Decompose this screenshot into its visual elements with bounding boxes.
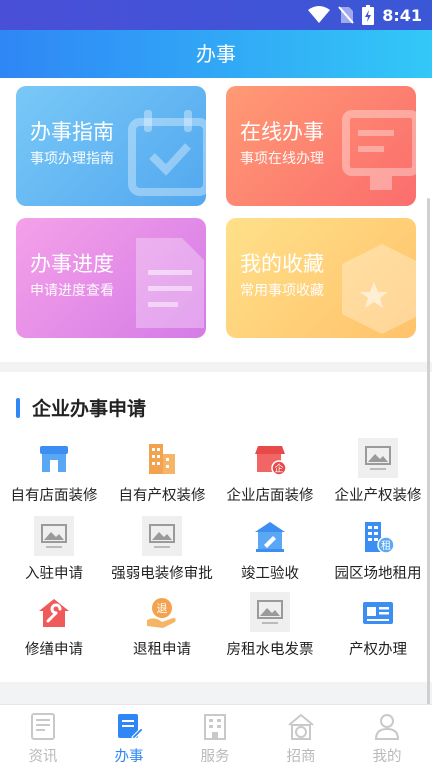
grid-item-label: 退租申请 bbox=[133, 642, 191, 658]
app-bar: 办事 bbox=[0, 30, 432, 78]
grid-item-property-rights[interactable]: 产权办理 bbox=[324, 596, 432, 668]
svg-text:退: 退 bbox=[157, 602, 168, 615]
tab-mine[interactable]: 我的 bbox=[344, 705, 430, 768]
image-placeholder-icon bbox=[358, 438, 398, 478]
rent-building-icon: 租 bbox=[365, 522, 395, 554]
tab-news[interactable]: 资讯 bbox=[0, 705, 86, 768]
grid-item-label: 自有店面装修 bbox=[10, 488, 98, 504]
handle-affairs-icon bbox=[118, 714, 144, 740]
image-placeholder-icon bbox=[34, 516, 74, 556]
card-title: 我的收藏 bbox=[240, 252, 324, 276]
card-subtitle: 事项在线办理 bbox=[240, 151, 324, 167]
grid-item-enterprise-store-renovation[interactable]: 企 企业店面装修 bbox=[216, 442, 324, 514]
calendar-check-icon bbox=[128, 110, 206, 196]
star-box-icon bbox=[342, 244, 416, 334]
card-subtitle: 常用事项收藏 bbox=[240, 283, 324, 299]
grid-item-label: 企业产权装修 bbox=[334, 488, 422, 504]
section-title: 企业办事申请 bbox=[32, 398, 147, 420]
svg-text:企: 企 bbox=[274, 463, 283, 475]
grid-item-enterprise-property-renovation[interactable]: 企业产权装修 bbox=[324, 438, 432, 514]
service-building-icon bbox=[204, 714, 226, 740]
tab-service[interactable]: 服务 bbox=[172, 705, 258, 768]
card-title: 办事进度 bbox=[30, 252, 114, 276]
section-accent-bar bbox=[16, 398, 20, 418]
no-sim-icon bbox=[338, 6, 354, 24]
tab-investment[interactable]: 招商 bbox=[258, 705, 344, 768]
image-placeholder-icon bbox=[250, 592, 290, 632]
card-subtitle: 事项办理指南 bbox=[30, 151, 114, 167]
repair-house-icon bbox=[39, 599, 69, 627]
card-guide[interactable]: 办事指南 事项办理指南 bbox=[16, 86, 206, 206]
content-scroll[interactable]: 办事指南 事项办理指南 在线办事 事项在线办理 办事进度 申请进度查看 我的收藏… bbox=[0, 78, 432, 704]
tab-label: 办事 bbox=[114, 749, 144, 765]
investment-icon bbox=[288, 713, 314, 740]
storefront-icon bbox=[40, 446, 68, 472]
news-icon bbox=[31, 713, 55, 740]
card-progress[interactable]: 办事进度 申请进度查看 bbox=[16, 218, 206, 338]
grid-item-lease-termination[interactable]: 退 退租申请 bbox=[108, 596, 216, 668]
card-title: 办事指南 bbox=[30, 120, 114, 144]
grid-item-label: 入驻申请 bbox=[25, 566, 83, 582]
grid-item-completion-acceptance[interactable]: 竣工验收 bbox=[216, 520, 324, 592]
page-title: 办事 bbox=[196, 42, 236, 66]
grid-item-own-store-renovation[interactable]: 自有店面装修 bbox=[0, 442, 108, 514]
grid-item-label: 强弱电装修审批 bbox=[111, 566, 213, 582]
grid-item-park-rental[interactable]: 租 园区场地租用 bbox=[324, 520, 432, 592]
grid-item-label: 产权办理 bbox=[349, 642, 407, 658]
grid-item-label: 自有产权装修 bbox=[118, 488, 206, 504]
grid-item-label: 修缮申请 bbox=[25, 642, 83, 658]
grid-item-repair-application[interactable]: 修缮申请 bbox=[0, 596, 108, 668]
bottom-tab-bar: 资讯 办事 服务 招商 我的 bbox=[0, 704, 432, 768]
buildings-icon bbox=[149, 444, 175, 474]
grid-item-own-property-renovation[interactable]: 自有产权装修 bbox=[108, 442, 216, 514]
card-favorites[interactable]: 我的收藏 常用事项收藏 bbox=[226, 218, 416, 338]
card-subtitle: 申请进度查看 bbox=[30, 283, 114, 299]
grid-item-label: 企业店面装修 bbox=[226, 488, 314, 504]
svg-text:租: 租 bbox=[381, 539, 391, 552]
grid-item-label: 竣工验收 bbox=[241, 566, 299, 582]
tab-label: 服务 bbox=[200, 749, 230, 765]
tab-affairs[interactable]: 办事 bbox=[86, 705, 172, 768]
grid-item-rent-utility-invoice[interactable]: 房租水电发票 bbox=[216, 592, 324, 668]
grid-item-settle-in-application[interactable]: 入驻申请 bbox=[0, 516, 108, 592]
document-icon bbox=[136, 238, 204, 328]
scrollbar[interactable] bbox=[427, 198, 430, 704]
status-bar: 8:41 bbox=[0, 0, 432, 30]
quick-cards: 办事指南 事项办理指南 在线办事 事项在线办理 办事进度 申请进度查看 我的收藏… bbox=[0, 78, 432, 362]
grid-item-label: 房租水电发票 bbox=[226, 642, 314, 658]
enterprise-section: 企业办事申请 自有店面装修 自有产权装修 企 企业店面装修 企业产权装修 入驻申… bbox=[0, 372, 432, 682]
grid-item-electric-approval[interactable]: 强弱电装修审批 bbox=[108, 516, 216, 592]
image-placeholder-icon bbox=[142, 516, 182, 556]
monitor-icon bbox=[342, 110, 416, 190]
enterprise-store-icon: 企 bbox=[255, 446, 287, 476]
inspection-building-icon bbox=[255, 522, 285, 552]
tab-label: 招商 bbox=[286, 749, 316, 765]
wifi-icon bbox=[308, 6, 331, 23]
card-title: 在线办事 bbox=[240, 120, 324, 144]
certificate-icon bbox=[363, 602, 393, 624]
grid-item-label: 园区场地租用 bbox=[334, 566, 422, 582]
card-online[interactable]: 在线办事 事项在线办理 bbox=[226, 86, 416, 206]
tab-label: 资讯 bbox=[28, 749, 58, 765]
refund-hand-icon: 退 bbox=[147, 598, 176, 628]
battery-charging-icon bbox=[362, 5, 375, 25]
status-time: 8:41 bbox=[382, 5, 422, 25]
profile-icon bbox=[374, 714, 400, 740]
tab-label: 我的 bbox=[372, 749, 402, 765]
